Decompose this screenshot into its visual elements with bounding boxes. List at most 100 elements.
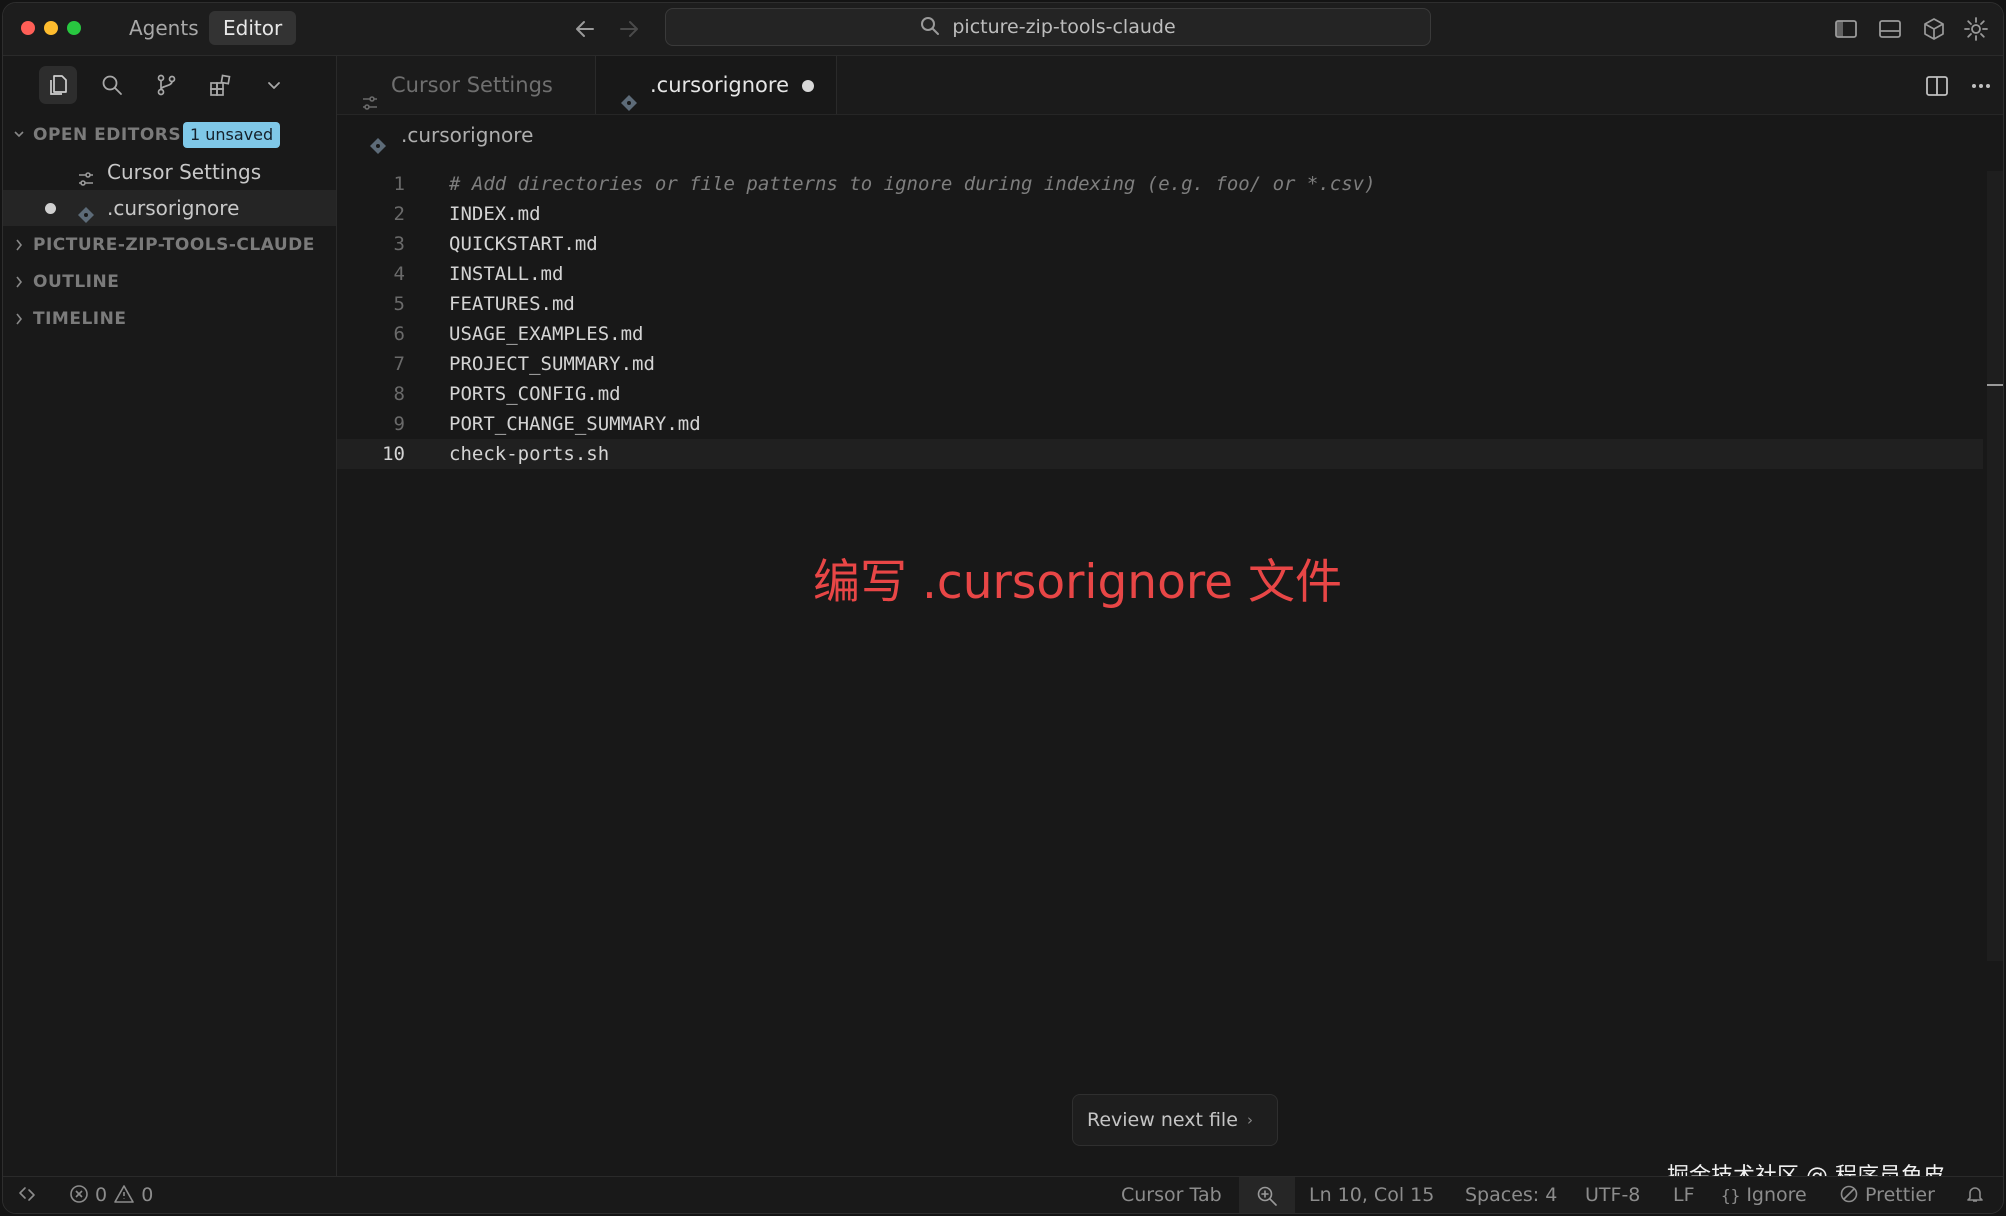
explorer-files-icon[interactable] bbox=[39, 66, 77, 104]
code-line[interactable]: 9 PORT_CHANGE_SUMMARY.md bbox=[337, 409, 1983, 439]
zoom-window-button[interactable] bbox=[67, 21, 81, 35]
warning-count: 0 bbox=[141, 1184, 154, 1206]
gear-icon[interactable] bbox=[1963, 16, 1989, 42]
code-line[interactable]: 6 USAGE_EXAMPLES.md bbox=[337, 319, 1983, 349]
chevron-right-icon: › bbox=[1247, 1111, 1253, 1129]
project-folder-section[interactable]: PICTURE-ZIP-TOOLS-CLAUDE bbox=[3, 228, 336, 262]
code-line[interactable]: 4 INSTALL.md bbox=[337, 259, 1983, 289]
search-box-text: picture-zip-tools-claude bbox=[952, 16, 1176, 38]
line-text: PORTS_CONFIG.md bbox=[449, 383, 621, 405]
settings-sliders-icon bbox=[361, 76, 379, 134]
error-icon bbox=[70, 1184, 88, 1203]
notifications-bell-icon[interactable] bbox=[1965, 1177, 1985, 1213]
line-number: 9 bbox=[393, 413, 405, 435]
extensions-icon[interactable] bbox=[201, 66, 239, 104]
section-label: TIMELINE bbox=[33, 309, 127, 329]
open-editors-header[interactable]: OPEN EDITORS 1 unsaved bbox=[3, 118, 336, 152]
code-line[interactable]: 1 # Add directories or file patterns to i… bbox=[337, 169, 1983, 199]
line-number: 4 bbox=[393, 263, 405, 285]
toggle-panel-icon[interactable] bbox=[1877, 16, 1903, 42]
unsaved-dot-icon bbox=[45, 203, 56, 214]
language-mode-status[interactable]: {} Ignore bbox=[1721, 1177, 1807, 1213]
tab-label: .cursorignore bbox=[650, 73, 790, 97]
line-number: 10 bbox=[382, 443, 405, 465]
cursor-position-status[interactable]: Ln 10, Col 15 bbox=[1309, 1177, 1434, 1213]
git-diamond-icon bbox=[620, 76, 638, 134]
problems-indicator[interactable]: 0 0 bbox=[69, 1177, 153, 1213]
unsaved-dot-icon[interactable] bbox=[802, 80, 814, 92]
git-diamond-icon bbox=[369, 127, 387, 169]
line-text: USAGE_EXAMPLES.md bbox=[449, 323, 644, 345]
tab-label: Cursor Settings bbox=[391, 73, 553, 97]
open-editors-label: OPEN EDITORS bbox=[33, 125, 182, 145]
code-line[interactable]: 5 FEATURES.md bbox=[337, 289, 1983, 319]
chevron-down-icon[interactable] bbox=[255, 66, 293, 104]
line-number: 2 bbox=[393, 203, 405, 225]
search-icon bbox=[921, 16, 940, 35]
annotation-caption: 编写 .cursorignore 文件 bbox=[813, 555, 1342, 610]
editor-mode-button[interactable]: Editor bbox=[209, 11, 297, 45]
cube-icon[interactable] bbox=[1921, 16, 1947, 42]
line-text: INDEX.md bbox=[449, 203, 541, 225]
braces-icon: {} bbox=[1721, 1186, 1741, 1205]
code-line[interactable]: 3 QUICKSTART.md bbox=[337, 229, 1983, 259]
open-editor-item-cursor-settings[interactable]: Cursor Settings bbox=[3, 154, 336, 190]
line-number: 1 bbox=[393, 173, 405, 195]
code-line[interactable]: 2 INDEX.md bbox=[337, 199, 1983, 229]
more-actions-icon[interactable] bbox=[1967, 72, 1995, 100]
open-editor-label: Cursor Settings bbox=[107, 160, 262, 184]
error-count: 0 bbox=[95, 1184, 108, 1206]
eol-status[interactable]: LF bbox=[1673, 1177, 1695, 1213]
status-bar: 0 0 Cursor Tab Ln 10, Col 15 Spaces: 4 U… bbox=[3, 1176, 2003, 1213]
line-text: # Add directories or file patterns to ig… bbox=[449, 173, 1376, 195]
remote-indicator-icon[interactable] bbox=[17, 1177, 37, 1213]
line-text: QUICKSTART.md bbox=[449, 233, 598, 255]
code-line-current[interactable]: 10 check-ports.sh bbox=[337, 439, 1983, 469]
toggle-sidebar-icon[interactable] bbox=[1833, 16, 1859, 42]
unsaved-badge: 1 unsaved bbox=[183, 122, 281, 148]
breadcrumb-file[interactable]: .cursorignore bbox=[401, 114, 533, 156]
line-number: 8 bbox=[393, 383, 405, 405]
split-editor-icon[interactable] bbox=[1923, 72, 1951, 100]
command-search-box[interactable]: picture-zip-tools-claude bbox=[665, 8, 1431, 46]
review-button-label: Review next file bbox=[1087, 1109, 1238, 1131]
line-number: 6 bbox=[393, 323, 405, 345]
formatter-label: Prettier bbox=[1865, 1184, 1935, 1206]
line-number: 5 bbox=[393, 293, 405, 315]
zoom-status[interactable] bbox=[1239, 1177, 1295, 1213]
encoding-status[interactable]: UTF-8 bbox=[1585, 1177, 1640, 1213]
line-text: PORT_CHANGE_SUMMARY.md bbox=[449, 413, 701, 435]
line-text: check-ports.sh bbox=[449, 443, 610, 465]
app-window: Agents Editor picture-zip-tools-claude O… bbox=[2, 2, 2004, 1214]
code-line[interactable]: 7 PROJECT_SUMMARY.md bbox=[337, 349, 1983, 379]
minimize-window-button[interactable] bbox=[44, 21, 58, 35]
forward-arrow-icon[interactable] bbox=[615, 15, 643, 43]
section-label: PICTURE-ZIP-TOOLS-CLAUDE bbox=[33, 235, 315, 255]
review-next-file-button[interactable]: Review next file › bbox=[1072, 1094, 1278, 1146]
open-editor-item-cursorignore[interactable]: .cursorignore bbox=[3, 190, 336, 226]
back-arrow-icon[interactable] bbox=[571, 15, 599, 43]
sidebar: OPEN EDITORS 1 unsaved Cursor Settings .… bbox=[3, 56, 337, 1177]
line-text: INSTALL.md bbox=[449, 263, 564, 285]
title-bar: Agents Editor picture-zip-tools-claude bbox=[3, 3, 2003, 56]
open-editor-label: .cursorignore bbox=[107, 196, 240, 220]
search-icon[interactable] bbox=[93, 66, 131, 104]
cursor-tab-status[interactable]: Cursor Tab bbox=[1121, 1177, 1222, 1213]
section-label: OUTLINE bbox=[33, 272, 120, 292]
timeline-section[interactable]: TIMELINE bbox=[3, 302, 336, 336]
tab-cursor-settings[interactable]: Cursor Settings bbox=[337, 56, 595, 114]
code-line[interactable]: 8 PORTS_CONFIG.md bbox=[337, 379, 1983, 409]
formatter-status[interactable]: Prettier bbox=[1839, 1177, 1935, 1213]
zoom-in-icon bbox=[1257, 1186, 1277, 1206]
sidebar-toolbar bbox=[3, 56, 336, 114]
line-text: PROJECT_SUMMARY.md bbox=[449, 353, 655, 375]
tab-cursorignore[interactable]: .cursorignore bbox=[595, 56, 837, 114]
agents-mode-button[interactable]: Agents bbox=[115, 11, 213, 45]
prohibited-icon bbox=[1840, 1185, 1858, 1202]
scrollbar-cursor-marker bbox=[1987, 384, 2003, 386]
editor-scrollbar[interactable] bbox=[1987, 171, 2003, 961]
close-window-button[interactable] bbox=[21, 21, 35, 35]
outline-section[interactable]: OUTLINE bbox=[3, 265, 336, 299]
source-control-icon[interactable] bbox=[147, 66, 185, 104]
indentation-status[interactable]: Spaces: 4 bbox=[1465, 1177, 1557, 1213]
